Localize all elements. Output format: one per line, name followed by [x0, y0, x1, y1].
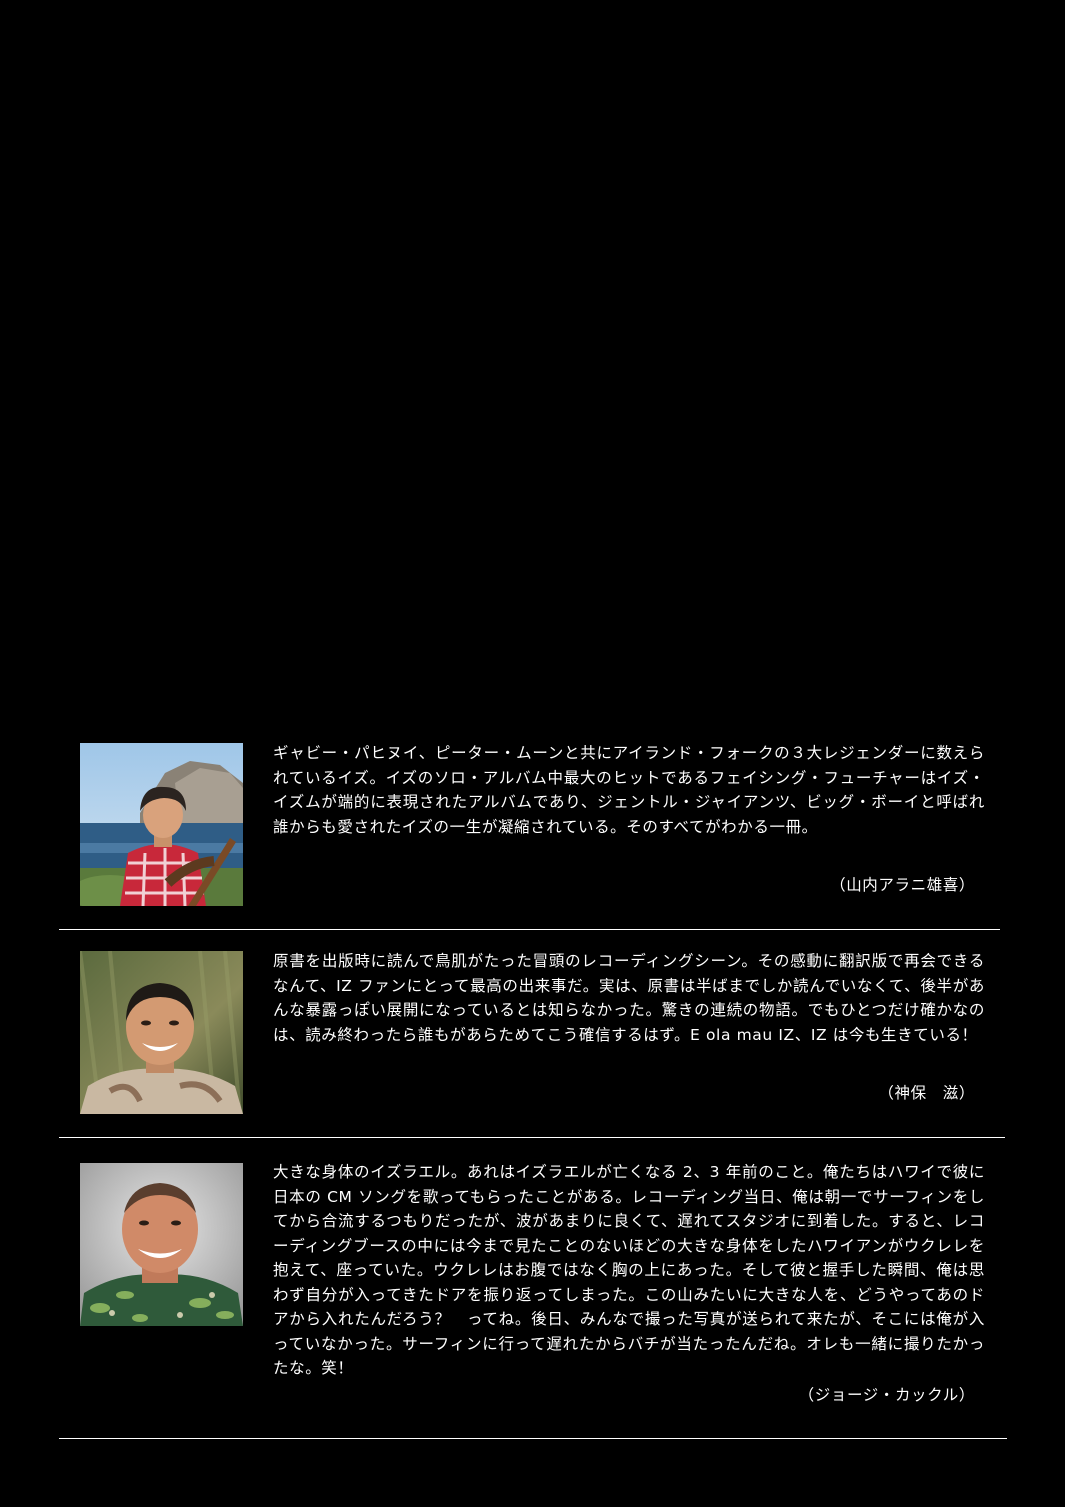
portrait-photo-ocean: [80, 743, 243, 906]
divider: [59, 929, 1000, 930]
testimonial-text: ギャビー・パヒヌイ、ピーター・ムーンと共にアイランド・フォークの３大レジェンダー…: [273, 744, 985, 836]
portrait-photo-smiling-man: [80, 951, 243, 1114]
testimonial-author: （ジョージ・カックル）: [798, 1386, 975, 1404]
testimonial-text: 大きな身体のイズラエル。あれはイズラエルが亡くなる 2、3 年前のこと。俺たちは…: [273, 1163, 985, 1377]
portrait-photo-hawaiian-shirt: [80, 1163, 243, 1326]
testimonial-author: （神保 滋）: [878, 1084, 975, 1102]
divider: [59, 1438, 1007, 1439]
divider: [59, 1137, 1005, 1138]
testimonial-author: （山内アラニ雄喜）: [830, 876, 975, 894]
testimonial-text: 原書を出版時に読んで鳥肌がたった冒頭のレコーディングシーン。その感動に翻訳版で再…: [273, 952, 985, 1044]
